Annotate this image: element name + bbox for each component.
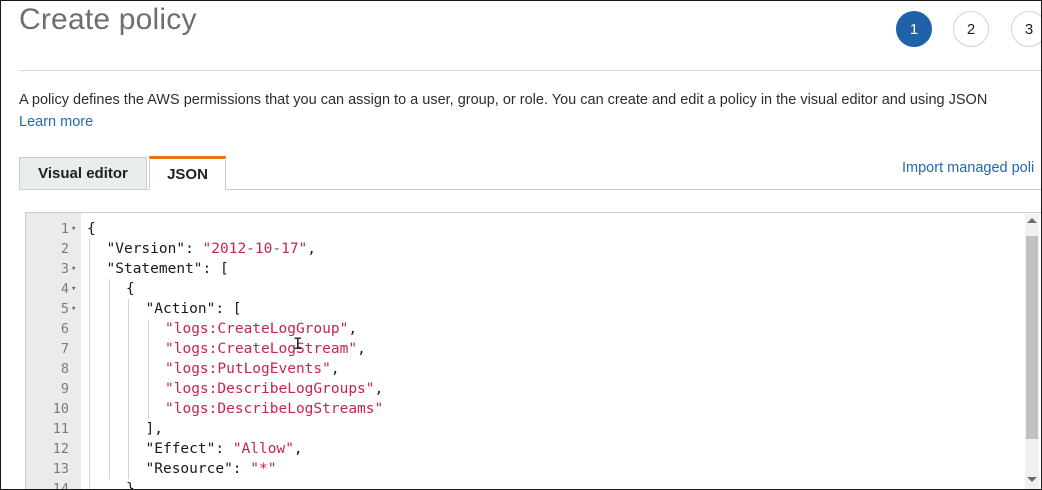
code-text: "Statement": [: [107, 259, 229, 279]
tab-json[interactable]: JSON: [149, 156, 226, 190]
code-line[interactable]: 7 "logs:CreateLogStream",: [26, 339, 1041, 359]
code-line[interactable]: 10 "logs:DescribeLogStreams": [26, 399, 1041, 419]
indent-guide: [147, 319, 149, 419]
code-lines: 1 ▾{2 "Version": "2012-10-17", 3 ▾ "Statement…: [26, 219, 1041, 490]
line-number: 14: [52, 481, 69, 490]
editor-scrollbar-thumb[interactable]: [1026, 236, 1038, 439]
indent-guide: [128, 299, 129, 479]
code-text: "Resource": "*": [146, 459, 277, 479]
step-2-indicator[interactable]: 2: [953, 11, 989, 47]
fold-toggle-icon[interactable]: ▾: [71, 219, 76, 239]
text-cursor-icon: I: [293, 334, 303, 353]
code-token: "Statement": [: [106, 261, 229, 277]
code-token: ,: [307, 241, 317, 257]
code-line[interactable]: 14}: [26, 479, 1041, 490]
line-number: 11: [52, 421, 69, 437]
indent-guide: [108, 279, 110, 479]
code-line[interactable]: 3 ▾ "Statement": [: [26, 259, 1041, 279]
code-token: ,: [293, 441, 303, 457]
line-number: 8: [60, 361, 69, 377]
line-number: 1: [60, 221, 69, 237]
code-line[interactable]: 9 "logs:DescribeLogGroups",: [26, 379, 1041, 399]
code-text: "Version": "2012-10-17",: [107, 239, 317, 259]
code-line[interactable]: 6 "logs:CreateLogGroup",: [26, 319, 1041, 339]
code-text: "logs:PutLogEvents",: [165, 359, 340, 379]
page-title: Create policy: [19, 3, 197, 36]
code-text: "logs:CreateLogGroup",: [165, 319, 357, 339]
json-code-editor[interactable]: 1 ▾{2 "Version": "2012-10-17", 3 ▾ "Statement…: [25, 212, 1041, 490]
code-token: "Resource":: [145, 461, 251, 477]
code-text: "logs:DescribeLogStreams": [165, 399, 383, 419]
string-token: "logs:DescribeLogStreams": [165, 401, 384, 417]
code-text: ],: [146, 419, 163, 439]
code-line[interactable]: 8 "logs:PutLogEvents",: [26, 359, 1041, 379]
code-text: {: [87, 219, 96, 239]
code-token: {: [126, 281, 135, 297]
header-divider: [19, 70, 1041, 71]
string-token: "logs:DescribeLogGroups": [165, 381, 375, 397]
code-token: }: [126, 481, 135, 490]
code-token: "Action": [: [145, 301, 242, 317]
fold-toggle-icon[interactable]: ▾: [71, 299, 76, 319]
code-text: }: [126, 479, 135, 490]
learn-more-link[interactable]: Learn more: [19, 114, 93, 130]
policy-description: A policy defines the AWS permissions tha…: [19, 92, 988, 108]
code-token: "Version":: [106, 241, 203, 257]
import-managed-policy-link[interactable]: Import managed poli: [902, 160, 1034, 176]
line-number: 9: [60, 381, 69, 397]
line-number: 6: [60, 321, 69, 337]
scroll-up-arrow-icon[interactable]: [1027, 218, 1037, 223]
code-line[interactable]: 2 "Version": "2012-10-17",: [26, 239, 1041, 259]
code-line[interactable]: 11],: [26, 419, 1041, 439]
string-token: "*": [250, 461, 277, 477]
code-line[interactable]: 1 ▾ {: [26, 219, 1041, 239]
code-text: "logs:CreateLogStream",: [165, 339, 366, 359]
step-1-indicator[interactable]: 1: [896, 11, 932, 47]
line-number: 12: [52, 441, 69, 457]
line-number: 13: [52, 461, 69, 477]
scroll-down-arrow-icon[interactable]: [1027, 477, 1037, 482]
line-number: 2: [60, 241, 69, 257]
line-number: 3: [60, 261, 69, 277]
code-line[interactable]: 13 "Resource": "*": [26, 459, 1041, 479]
fold-toggle-icon[interactable]: ▾: [71, 259, 76, 279]
code-text: {: [126, 279, 135, 299]
code-token: ,: [348, 321, 358, 337]
code-token: {: [87, 221, 96, 237]
code-token: "Effect":: [145, 441, 233, 457]
string-token: "logs:CreateLogGroup": [165, 321, 349, 337]
line-number: 10: [52, 401, 69, 417]
string-token: "logs:PutLogEvents": [165, 361, 331, 377]
string-token: "Allow": [232, 441, 294, 457]
code-line[interactable]: 5 ▾ "Action": [: [26, 299, 1041, 319]
string-token: "2012-10-17": [202, 241, 308, 257]
create-policy-window: Create policy 1 2 3 A policy defines the…: [0, 0, 1042, 490]
line-number: 5: [60, 301, 69, 317]
string-token: "logs:CreateLogStream": [165, 341, 358, 357]
code-token: ,: [357, 341, 366, 357]
code-text: "Effect": "Allow",: [146, 439, 303, 459]
code-line[interactable]: 4 ▾ {: [26, 279, 1041, 299]
code-line[interactable]: 12 "Effect": "Allow",: [26, 439, 1041, 459]
fold-toggle-icon[interactable]: ▾: [71, 279, 76, 299]
code-token: ],: [145, 421, 163, 437]
code-token: ,: [330, 361, 340, 377]
code-text: "Action": [: [146, 299, 242, 319]
line-number: 7: [60, 341, 69, 357]
line-number: 4: [60, 281, 69, 297]
indent-guide: [89, 239, 90, 489]
step-3-indicator[interactable]: 3: [1011, 11, 1041, 47]
tab-visual-editor[interactable]: Visual editor: [19, 157, 147, 189]
code-text: "logs:DescribeLogGroups",: [165, 379, 383, 399]
code-token: ,: [374, 381, 384, 397]
